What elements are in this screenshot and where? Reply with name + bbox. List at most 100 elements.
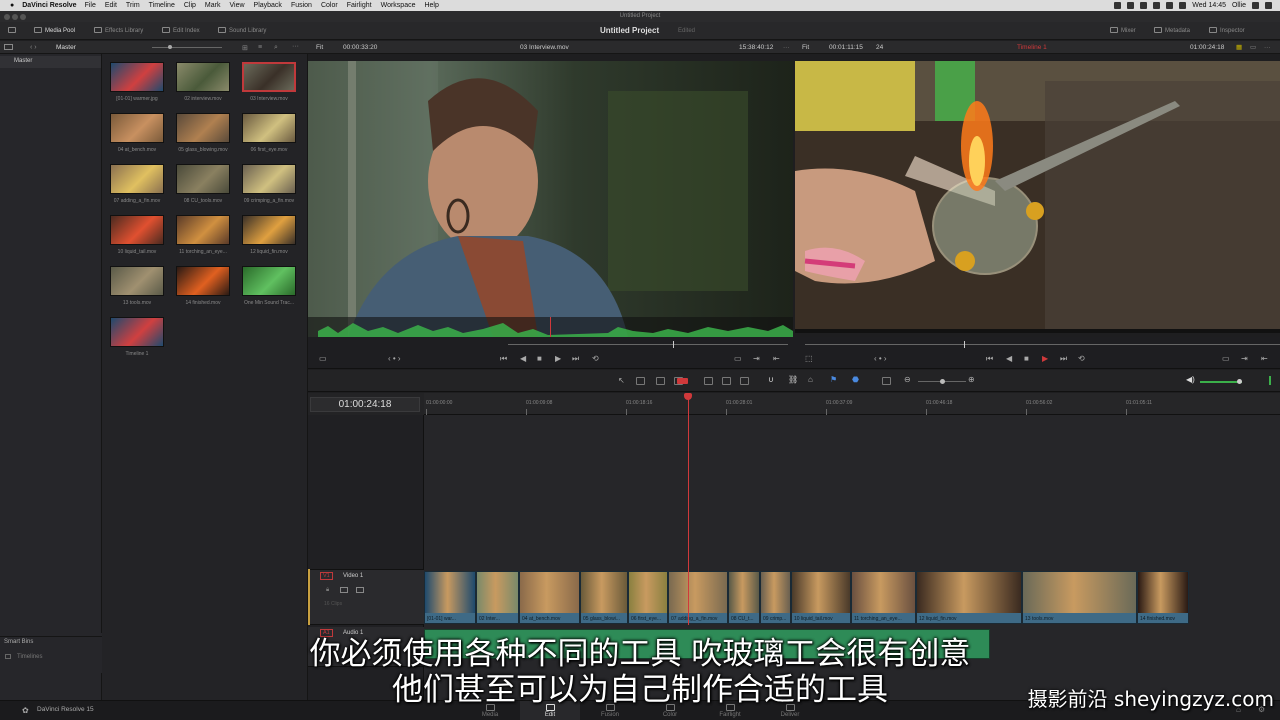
timeline-timecode[interactable]: 01:00:24:18	[310, 397, 420, 412]
viewer-layout-icon[interactable]: ▭	[319, 355, 327, 363]
media-pool-clip[interactable]	[176, 113, 230, 143]
edit-index-button[interactable]: Edit Index	[162, 22, 200, 40]
media-pool-clip[interactable]	[242, 215, 296, 245]
slider-knob[interactable]	[168, 45, 172, 49]
media-pool-clip[interactable]	[242, 266, 296, 296]
status-icon[interactable]	[1153, 2, 1161, 9]
blade-edit-icon[interactable]	[677, 378, 688, 384]
media-pool-clip[interactable]	[242, 164, 296, 194]
back-arrow-icon[interactable]: ‹ ›	[30, 44, 37, 51]
menu-help[interactable]: Help	[424, 2, 438, 9]
go-to-end-icon[interactable]: ⏭	[572, 355, 579, 363]
menu-fairlight[interactable]: Fairlight	[347, 2, 372, 9]
flag-icon[interactable]: ⚑	[830, 376, 837, 384]
media-pool-clip[interactable]	[176, 215, 230, 245]
viewer-options-icon[interactable]: ···	[1264, 41, 1271, 54]
timeline-clip[interactable]: 08 CU_t...	[728, 571, 760, 624]
source-scrub-playhead[interactable]	[673, 341, 674, 348]
menu-file[interactable]: File	[85, 2, 96, 9]
mark-in-icon[interactable]: ⇥	[753, 355, 760, 363]
source-scrub-bar[interactable]	[508, 344, 788, 345]
media-pool-clip[interactable]	[110, 317, 164, 347]
program-zoom-select[interactable]: Fit	[802, 41, 809, 54]
timeline-clip[interactable]: 10 liquid_tail.mov	[791, 571, 851, 624]
timeline-clip[interactable]: 05 glass_blowi...	[580, 571, 628, 624]
menu-trim[interactable]: Trim	[126, 2, 140, 9]
program-mark-out-icon[interactable]: ⇤	[1261, 355, 1268, 363]
position-lock-icon[interactable]: ⌂	[808, 376, 813, 384]
source-viewer[interactable]	[308, 61, 793, 337]
media-pool-clip[interactable]	[176, 164, 230, 194]
media-pool-clip[interactable]	[110, 164, 164, 194]
status-icon[interactable]	[1114, 2, 1122, 9]
media-pool-button[interactable]: Media Pool	[34, 22, 75, 40]
timeline-clip[interactable]: 11 torching_an_eye...	[851, 571, 916, 624]
bin-list-toggle-icon[interactable]	[4, 44, 13, 50]
volume-icon[interactable]: ◀)	[1186, 376, 1195, 384]
zoom-window-button[interactable]	[20, 14, 26, 20]
program-match-frame-icon[interactable]: ▭	[1222, 355, 1230, 363]
bin-item-master[interactable]: Master	[14, 58, 32, 64]
media-pool-clip[interactable]	[242, 62, 296, 92]
program-jog-wheel-icon[interactable]: ‹ • ›	[874, 355, 887, 363]
minimize-window-button[interactable]	[12, 14, 18, 20]
media-pool-clip[interactable]	[176, 266, 230, 296]
source-options-icon[interactable]: ···	[783, 41, 790, 54]
more-options-icon[interactable]: ···	[292, 43, 299, 50]
search-icon[interactable]: ⌕	[274, 44, 278, 52]
track-id-v1[interactable]: V1	[320, 572, 333, 580]
lock-icon[interactable]: 🔒︎	[326, 587, 329, 594]
timeline-playhead[interactable]	[688, 395, 689, 625]
media-pool-clip[interactable]	[176, 62, 230, 92]
program-loop-icon[interactable]: ⟲	[1078, 355, 1085, 363]
thumbnail-size-slider[interactable]	[152, 47, 222, 48]
menu-view[interactable]: View	[229, 2, 244, 9]
inspector-button[interactable]: Inspector	[1209, 22, 1245, 40]
zoom-out-icon[interactable]: ⊖	[904, 376, 911, 384]
zoom-detail-icon[interactable]	[882, 377, 891, 385]
jog-wheel-icon[interactable]: ‹ • ›	[388, 355, 401, 363]
go-to-start-icon[interactable]: ⏮	[500, 355, 507, 363]
menu-color[interactable]: Color	[321, 2, 338, 9]
metadata-button[interactable]: Metadata	[1154, 22, 1190, 40]
battery-icon[interactable]	[1179, 2, 1187, 9]
media-pool-clip[interactable]	[110, 215, 164, 245]
menu-edit[interactable]: Edit	[105, 2, 117, 9]
media-pool-clip[interactable]	[110, 266, 164, 296]
spotlight-icon[interactable]	[1252, 2, 1259, 9]
wifi-icon[interactable]	[1166, 2, 1174, 9]
media-pool-clip[interactable]	[110, 62, 164, 92]
menu-clip[interactable]: Clip	[184, 2, 196, 9]
menu-timeline[interactable]: Timeline	[149, 2, 175, 9]
zoom-in-icon[interactable]: ⊕	[968, 376, 975, 384]
panel-toggle-icon[interactable]	[8, 22, 19, 40]
timeline-clip[interactable]: [01-01] war...	[424, 571, 476, 624]
video-track-header[interactable]: V1 Video 1 🔒︎ 16 Clips	[308, 569, 424, 625]
match-frame-icon[interactable]: ▭	[734, 355, 742, 363]
grid-view-icon[interactable]: ⊞	[242, 44, 248, 52]
volume-slider[interactable]	[1200, 381, 1242, 383]
marker-icon[interactable]: ⬣	[852, 376, 859, 384]
timeline-clip[interactable]: 06 first_eye...	[628, 571, 668, 624]
status-icon[interactable]	[1140, 2, 1148, 9]
timeline-clip[interactable]: 07 adding_a_fin.mov	[668, 571, 728, 624]
volume-knob[interactable]	[1237, 379, 1242, 384]
media-pool-clip[interactable]	[110, 113, 164, 143]
single-viewer-icon[interactable]: ▭	[1250, 41, 1256, 54]
media-pool-clip[interactable]	[242, 113, 296, 143]
source-zoom-select[interactable]: Fit	[316, 41, 323, 54]
dropbox-icon[interactable]	[1127, 2, 1135, 9]
program-play-icon[interactable]: ▶	[1042, 355, 1048, 363]
program-stop-icon[interactable]: ■	[1024, 355, 1029, 363]
mark-out-icon[interactable]: ⇤	[773, 355, 780, 363]
list-view-icon[interactable]: ≡	[258, 44, 262, 51]
viewer-mode-icon[interactable]: ▦	[1236, 41, 1242, 54]
loop-icon[interactable]: ⟲	[592, 355, 599, 363]
program-scrub-bar[interactable]	[805, 344, 1280, 345]
sound-library-button[interactable]: Sound Library	[218, 22, 266, 40]
menubar-clock[interactable]: Wed 14:45	[1192, 2, 1226, 9]
overwrite-clip-icon[interactable]	[722, 377, 731, 385]
snapping-icon[interactable]: ∪	[768, 376, 774, 384]
timeline-viewer[interactable]	[795, 61, 1280, 333]
program-reverse-icon[interactable]: ◀	[1006, 355, 1012, 363]
